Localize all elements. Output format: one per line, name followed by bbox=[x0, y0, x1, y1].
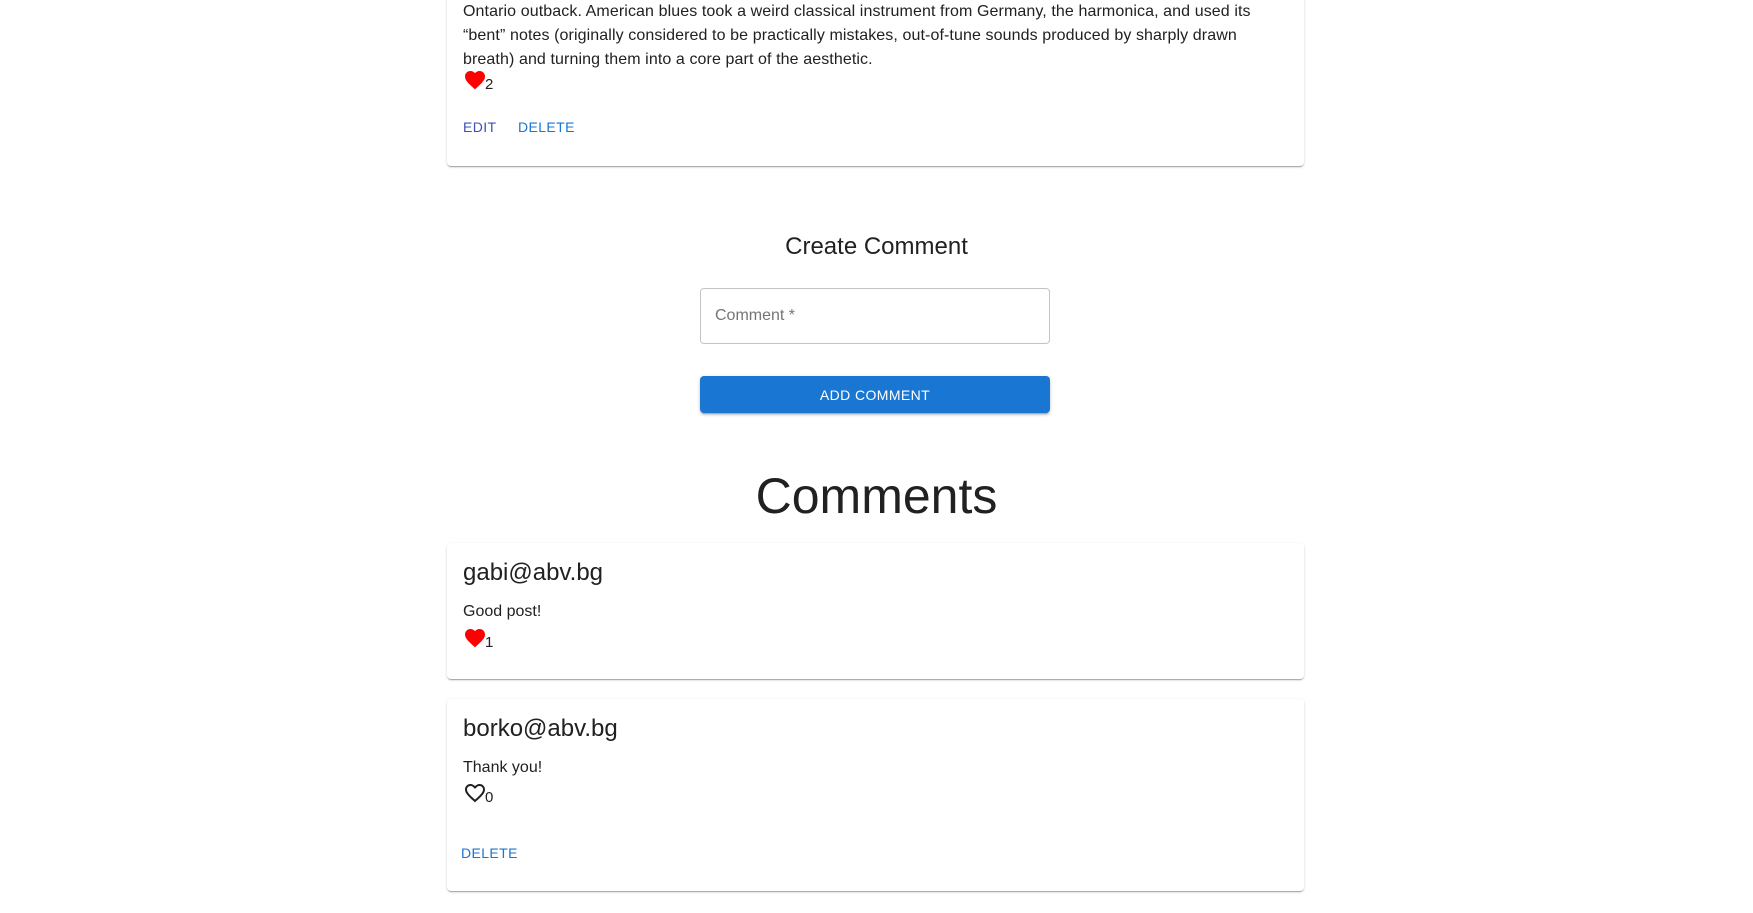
heart-filled-icon[interactable] bbox=[463, 626, 487, 650]
post-like-row: 2 bbox=[463, 66, 493, 92]
create-comment-title: Create Comment bbox=[785, 233, 968, 260]
comment-like-count: 1 bbox=[485, 634, 494, 651]
post-card: Ontario outback. American blues took a w… bbox=[447, 0, 1304, 166]
comment-card: gabi@abv.bg Good post! 1 bbox=[447, 543, 1304, 679]
comment-author: borko@abv.bg bbox=[463, 715, 618, 742]
edit-post-button[interactable]: Edit bbox=[455, 113, 505, 141]
comment-text: Thank you! bbox=[463, 759, 543, 776]
comment-like-count: 0 bbox=[485, 789, 494, 806]
heart-outline-icon[interactable] bbox=[463, 781, 487, 805]
comment-input[interactable] bbox=[701, 289, 1049, 343]
post-body: Ontario outback. American blues took a w… bbox=[463, 3, 1251, 68]
comment-like-row: 1 bbox=[463, 624, 493, 650]
comment-input-container bbox=[700, 288, 1050, 344]
delete-comment-button[interactable]: Delete bbox=[453, 839, 526, 867]
post-like-count: 2 bbox=[485, 76, 494, 93]
heart-filled-icon[interactable] bbox=[463, 68, 487, 92]
comment-like-row: 0 bbox=[463, 779, 493, 805]
add-comment-button[interactable]: Add Comment bbox=[700, 376, 1050, 413]
page: Ontario outback. American blues took a w… bbox=[0, 0, 1753, 913]
delete-post-button[interactable]: Delete bbox=[510, 113, 583, 141]
comment-text: Good post! bbox=[463, 603, 542, 620]
comment-card: borko@abv.bg Thank you! 0 Delete bbox=[447, 699, 1304, 891]
comment-author: gabi@abv.bg bbox=[463, 559, 604, 586]
comments-heading: Comments bbox=[755, 468, 998, 524]
